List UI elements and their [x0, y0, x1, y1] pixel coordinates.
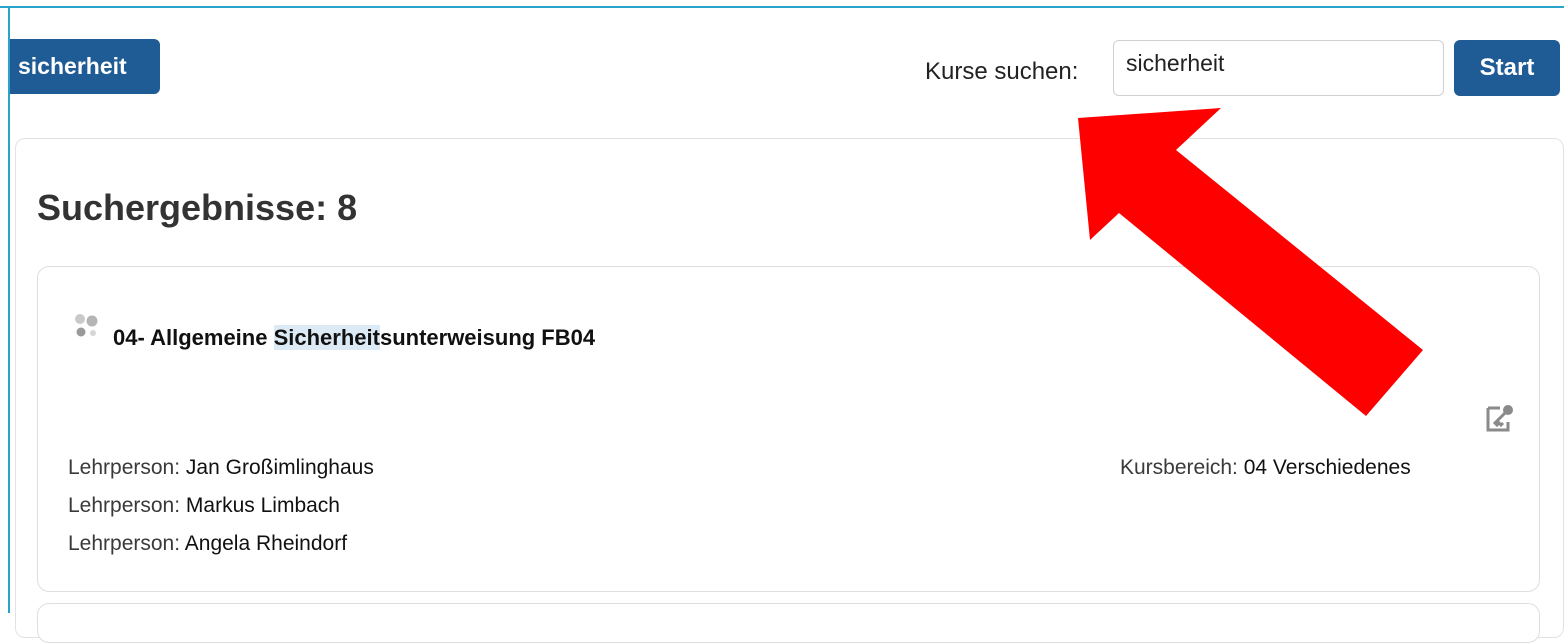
category-value: 04 Verschiedenes — [1243, 456, 1411, 479]
search-term-tag[interactable]: sicherheit — [10, 39, 160, 94]
self-enrol-key-icon[interactable] — [1484, 402, 1516, 434]
search-term-tag-label: sicherheit — [18, 53, 127, 79]
course-category: Kursbereich: 04 Verschiedenes — [1120, 456, 1411, 480]
teacher-row: Lehrperson: Angela Rheindorf — [68, 532, 347, 556]
start-button[interactable]: Start — [1454, 40, 1560, 96]
search-label: Kurse suchen: — [925, 58, 1079, 85]
teacher-name: Jan Großimlinghaus — [185, 456, 374, 479]
teacher-name: Markus Limbach — [185, 494, 340, 517]
course-bubbles-icon — [75, 314, 98, 337]
course-title-highlight: Sicherheit — [273, 325, 380, 350]
results-title: Suchergebnisse: 8 — [37, 187, 358, 228]
course-card-next[interactable] — [37, 603, 1540, 643]
category-label: Kursbereich: — [1120, 456, 1238, 479]
teacher-label: Lehrperson: — [68, 456, 181, 479]
course-title-suffix: sunterweisung FB04 — [379, 325, 596, 350]
teacher-row: Lehrperson: Jan Großimlinghaus — [68, 456, 374, 480]
teacher-name: Angela Rheindorf — [184, 532, 348, 555]
course-title-prefix: 04- Allgemeine — [113, 325, 274, 350]
frame-border-left — [8, 6, 10, 613]
course-search-input[interactable] — [1113, 40, 1444, 96]
teacher-row: Lehrperson: Markus Limbach — [68, 494, 340, 518]
course-title-link[interactable]: 04- Allgemeine Sicherheitsunterweisung F… — [113, 325, 595, 351]
teacher-label: Lehrperson: — [68, 532, 181, 555]
frame-border-top — [0, 6, 1564, 8]
teacher-label: Lehrperson: — [68, 494, 181, 517]
